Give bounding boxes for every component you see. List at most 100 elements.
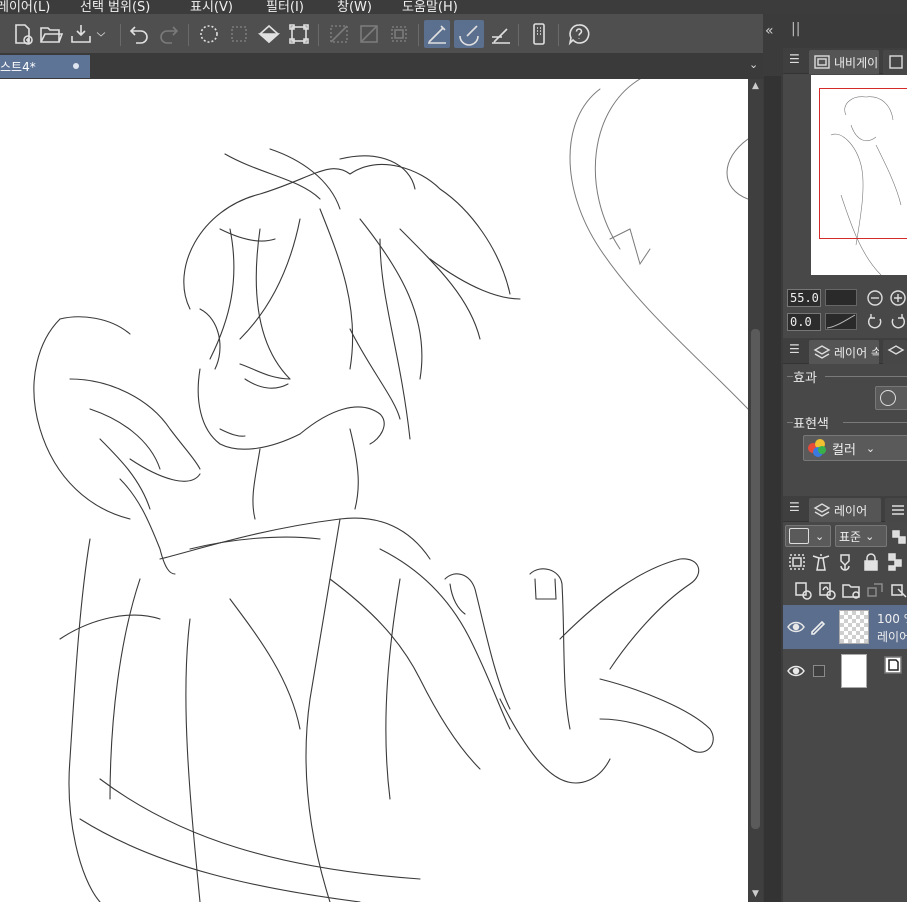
new-folder-button[interactable] <box>841 580 861 600</box>
grip-icon[interactable]: || <box>791 21 800 37</box>
snap-grid-button[interactable] <box>488 20 514 48</box>
eye-icon[interactable] <box>787 663 805 677</box>
tab-layer-search[interactable] <box>883 340 907 364</box>
menu-icon[interactable]: ☰ <box>789 342 800 356</box>
canvas-scrollbar[interactable]: ▲ ▼ <box>748 79 763 902</box>
menu-select[interactable]: 선택 범위(S) <box>80 0 150 14</box>
document-tab[interactable]: 스트4* <box>0 55 90 78</box>
new-raster-layer-button[interactable] <box>793 580 813 600</box>
divider <box>843 422 907 423</box>
rotate-left-button[interactable] <box>866 313 884 331</box>
export-button[interactable] <box>68 20 94 48</box>
merge-layer-button[interactable] <box>889 580 907 600</box>
rotate-right-button[interactable] <box>889 313 907 331</box>
close-tab-dot[interactable] <box>73 63 79 69</box>
menu-filter[interactable]: 필터(I) <box>266 0 304 14</box>
eye-icon[interactable] <box>787 619 805 633</box>
tab-layer[interactable]: 레이어 <box>809 498 881 522</box>
zoom-in-button[interactable] <box>889 289 907 307</box>
zoom-field[interactable]: 55.0 <box>787 289 821 307</box>
selection-border-button[interactable] <box>386 20 412 48</box>
clear-icon <box>360 25 378 43</box>
layers-icon <box>887 345 905 355</box>
undo-icon <box>129 26 148 44</box>
layer-color-select[interactable]: ⌄ <box>785 525 831 547</box>
reference-layer-button[interactable] <box>811 552 831 572</box>
divider <box>825 376 907 377</box>
clear-outside-icon <box>330 25 348 43</box>
expression-color-select[interactable]: 컬러 ⌄ <box>803 435 907 461</box>
blend-mode-select[interactable]: 표준 ⌄ <box>835 525 887 547</box>
deselect-button[interactable] <box>226 20 252 48</box>
chevron-down-icon: ⌄ <box>865 441 876 455</box>
menu-icon[interactable]: ☰ <box>789 52 800 66</box>
snap-grid-icon <box>492 28 510 44</box>
clip-lower-layer-button[interactable] <box>787 552 807 572</box>
help-button[interactable] <box>566 20 592 48</box>
layer-property-icon <box>813 345 831 359</box>
new-file-button[interactable] <box>10 20 36 48</box>
redo-icon <box>160 26 179 44</box>
clear-outside-button[interactable] <box>326 20 352 48</box>
checker-icon <box>892 530 906 544</box>
menu-layer[interactable]: 레이어(L) <box>0 0 50 14</box>
draft-layer-button[interactable] <box>835 552 855 572</box>
collapse-panel-icon[interactable]: « <box>765 23 774 39</box>
redo-button[interactable] <box>156 20 182 48</box>
clear-button[interactable] <box>356 20 382 48</box>
lighthouse-icon <box>812 554 830 571</box>
pen-icon[interactable] <box>809 617 827 635</box>
chevron-down-icon[interactable]: ⌄ <box>749 58 758 71</box>
layer-panel-header: ☰ 레이어 <box>783 496 907 522</box>
transform-button[interactable] <box>286 20 312 48</box>
tab-layer-property[interactable]: 레이어 속성 <box>809 340 879 364</box>
new-vector-layer-button[interactable] <box>817 580 837 600</box>
zoom-out-button[interactable] <box>866 289 884 307</box>
effect-label: 효과 <box>793 371 817 386</box>
lock-transparency-button[interactable] <box>887 552 907 572</box>
menu-icon[interactable]: ☰ <box>789 500 800 514</box>
clip-studio-window: 레이어(L) 선택 범위(S) 표시(V) 필터(I) 창(W) 도움말(H) <box>0 0 907 902</box>
open-button[interactable] <box>38 20 64 48</box>
chevron-down-icon <box>96 32 106 37</box>
rotation-slider[interactable] <box>825 313 857 330</box>
rotation-curve-icon <box>826 314 856 329</box>
chevron-down-icon[interactable]: ▼ <box>750 889 761 899</box>
scrollbar-thumb[interactable] <box>751 329 760 829</box>
border-effect-button[interactable] <box>875 386 907 410</box>
new-layer-icon <box>795 582 812 600</box>
fill-button[interactable] <box>256 20 282 48</box>
expression-color-label: 표현색 <box>793 417 829 432</box>
chevron-down-icon: ⌄ <box>815 529 825 543</box>
snap-special-ruler-button[interactable] <box>454 20 484 48</box>
layer-row[interactable] <box>783 649 907 693</box>
layer-row[interactable]: 100 % 레이어 1 <box>783 605 907 649</box>
tab-history[interactable] <box>885 498 907 522</box>
chevron-up-icon[interactable]: ▲ <box>750 81 761 91</box>
snap-special-icon <box>459 25 479 46</box>
tab-navigator[interactable]: 내비게이터 <box>809 50 879 74</box>
tab-layer-label: 레이어 <box>834 503 868 518</box>
new-icon <box>15 24 33 45</box>
opacity-checker[interactable] <box>891 527 907 547</box>
select-all-button[interactable] <box>196 20 222 48</box>
menu-view[interactable]: 표시(V) <box>190 0 233 14</box>
rotation-field[interactable]: 0.0 <box>787 313 821 331</box>
zoom-slider[interactable] <box>825 289 857 306</box>
tab-subview[interactable] <box>883 50 907 74</box>
paper-layer-icon <box>883 655 902 675</box>
layer-lock-checkbox[interactable] <box>813 665 825 677</box>
dock-grip[interactable] <box>764 76 781 902</box>
transfer-layer-button[interactable] <box>865 580 885 600</box>
undo-button[interactable] <box>126 20 152 48</box>
navigator-preview[interactable] <box>811 75 907 276</box>
view-frame[interactable] <box>819 88 907 239</box>
right-panel: || ☰ 내비게이터 55.0 0.0 <box>783 14 907 902</box>
lock-layer-button[interactable] <box>861 552 881 572</box>
export-dropdown[interactable] <box>94 20 108 48</box>
menu-window[interactable]: 창(W) <box>337 0 372 14</box>
menu-help[interactable]: 도움말(H) <box>402 0 458 14</box>
snap-ruler-button[interactable] <box>424 20 450 48</box>
drawing-canvas[interactable] <box>0 79 748 902</box>
smartphone-button[interactable] <box>526 20 552 48</box>
